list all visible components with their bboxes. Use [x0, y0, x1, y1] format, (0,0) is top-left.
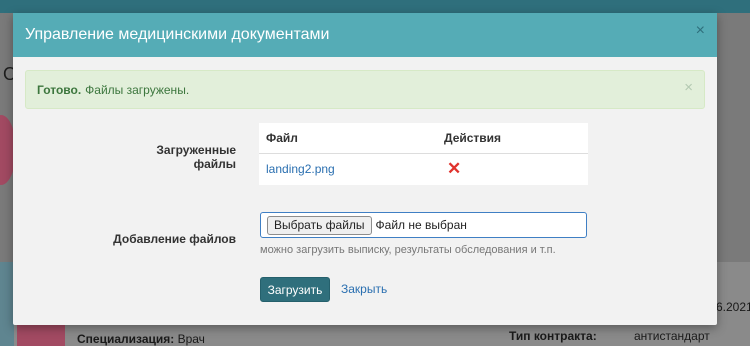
table-header-row: Файл Действия — [259, 123, 588, 154]
upload-hint: можно загрузить выписку, результаты обсл… — [260, 244, 556, 256]
close-link[interactable]: Закрыть — [341, 282, 387, 296]
file-link[interactable]: landing2.png — [266, 162, 335, 176]
column-header-actions: Действия — [437, 123, 588, 154]
modal-title: Управление медицинскими документами — [25, 26, 330, 43]
upload-button[interactable]: Загрузить — [260, 277, 330, 302]
table-row: landing2.png ✕ — [259, 153, 588, 185]
contract-type-label: Тип контракта: — [509, 329, 597, 343]
success-alert: Готово. Файлы загружены. × — [25, 70, 705, 109]
specialization-value: Врач — [177, 332, 205, 346]
alert-strong: Готово. — [37, 82, 82, 97]
uploaded-files-table: Файл Действия landing2.png ✕ — [259, 123, 588, 185]
add-files-label: Добавление файлов — [113, 232, 236, 246]
choose-files-button[interactable]: Выбрать файлы — [267, 215, 372, 235]
background-specialization: Специализация: Врач — [77, 332, 205, 346]
file-input[interactable]: Выбрать файлы Файл не выбран — [260, 212, 587, 238]
contract-type-value: антистандарт — [634, 329, 710, 343]
alert-text: Файлы загружены. — [85, 82, 190, 97]
specialization-label: Специализация: — [77, 332, 175, 346]
background-date-fragment: 6.2021 — [716, 300, 750, 314]
column-header-file: Файл — [259, 123, 437, 154]
actions-cell: ✕ — [437, 153, 588, 185]
uploaded-files-label: Загруженные файлы — [156, 143, 236, 171]
background-panel-strip — [0, 262, 14, 346]
alert-close-icon[interactable]: × — [684, 79, 693, 96]
file-cell: landing2.png — [259, 153, 437, 185]
delete-icon[interactable]: ✕ — [444, 159, 461, 178]
modal-header: Управление медицинскими документами × — [13, 13, 717, 57]
file-input-status: Файл не выбран — [375, 218, 467, 232]
background-avatar-small — [17, 322, 65, 346]
modal-close-icon[interactable]: × — [696, 22, 705, 40]
background-topbar — [0, 0, 750, 13]
medical-documents-modal: Управление медицинскими документами × Го… — [13, 13, 717, 325]
